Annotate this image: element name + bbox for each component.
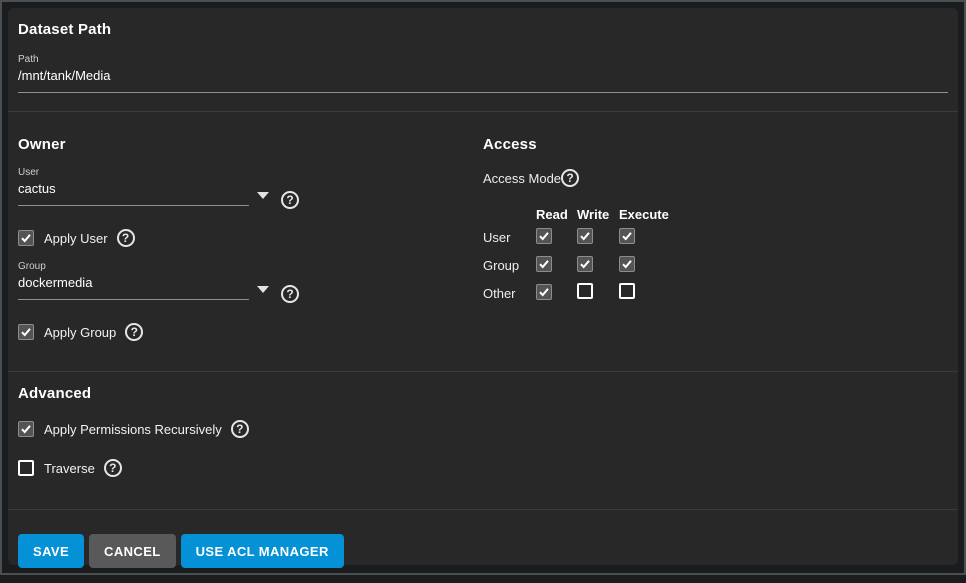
checkmark-icon [538,258,550,270]
other-execute-checkbox[interactable] [619,283,635,299]
group-field-label: Group [18,261,249,272]
owner-column: Owner User cactus ? Apply User ? [18,136,483,341]
group-select-row: Group dockermedia ? [18,261,483,303]
user-help-icon[interactable]: ? [281,191,299,209]
advanced-title: Advanced [18,385,948,402]
traverse-checkbox[interactable] [18,460,34,476]
apply-recursively-label: Apply Permissions Recursively [44,422,222,437]
write-column-header: Write [577,207,619,222]
access-matrix-rows: User Group Other [483,223,948,307]
access-matrix-row-other: Other [483,279,948,307]
owner-access-section: Owner User cactus ? Apply User ? [8,112,958,371]
access-row-label: Other [483,286,536,301]
checkmark-icon [20,423,32,435]
access-row-label: Group [483,258,536,273]
access-column: Access Access Mode ? Read Write Execute … [483,136,948,341]
path-field-label: Path [18,54,948,65]
access-title: Access [483,136,948,153]
path-input[interactable]: /mnt/tank/Media [18,65,948,93]
checkmark-icon [538,230,550,242]
access-mode-row: Access Mode ? [483,169,948,187]
user-select-row: User cactus ? [18,167,483,209]
apply-user-row: Apply User ? [18,229,483,247]
read-column-header: Read [536,207,577,222]
use-acl-manager-button[interactable]: USE ACL MANAGER [181,534,344,568]
user-field-label: User [18,167,249,178]
user-execute-checkbox[interactable] [619,228,635,244]
apply-group-help-icon[interactable]: ? [125,323,143,341]
advanced-section: Advanced Apply Permissions Recursively?T… [8,372,958,509]
save-button[interactable]: SAVE [18,534,84,568]
apply-user-help-icon[interactable]: ? [117,229,135,247]
execute-column-header: Execute [619,207,689,222]
permissions-editor-window: Dataset Path Path /mnt/tank/Media Owner … [0,0,966,575]
group-write-checkbox[interactable] [577,256,593,272]
group-select[interactable]: Group dockermedia [18,261,249,300]
cancel-button[interactable]: CANCEL [89,534,176,568]
group-dropdown-caret-icon[interactable] [257,286,269,293]
apply-user-label: Apply User [44,231,108,246]
user-select[interactable]: User cactus [18,167,249,206]
apply-recursively-row: Apply Permissions Recursively? [18,420,948,438]
dataset-path-section: Dataset Path Path /mnt/tank/Media [8,8,958,111]
apply-group-checkbox[interactable] [18,324,34,340]
checkmark-icon [579,258,591,270]
user-input[interactable]: cactus [18,178,249,206]
traverse-help-icon[interactable]: ? [104,459,122,477]
checkmark-icon [621,230,633,242]
actions-bar: SAVE CANCEL USE ACL MANAGER [8,510,958,583]
access-matrix-row-group: Group [483,251,948,279]
other-write-checkbox[interactable] [577,283,593,299]
group-execute-checkbox[interactable] [619,256,635,272]
access-row-label: User [483,230,536,245]
advanced-rows: Apply Permissions Recursively?Traverse? [18,420,948,477]
apply-recursively-checkbox[interactable] [18,421,34,437]
apply-user-checkbox[interactable] [18,230,34,246]
group-read-checkbox[interactable] [536,256,552,272]
access-matrix-row-user: User [483,223,948,251]
checkmark-icon [20,326,32,338]
checkmark-icon [538,286,550,298]
user-dropdown-caret-icon[interactable] [257,192,269,199]
traverse-row: Traverse? [18,459,948,477]
checkmark-icon [621,258,633,270]
checkmark-icon [579,230,591,242]
apply-group-label: Apply Group [44,325,116,340]
access-mode-help-icon[interactable]: ? [561,169,579,187]
apply-group-row: Apply Group ? [18,323,483,341]
access-mode-label: Access Mode [483,171,561,186]
access-matrix: Read Write Execute User Group Other [483,205,948,307]
checkmark-icon [20,232,32,244]
group-input[interactable]: dockermedia [18,272,249,300]
traverse-label: Traverse [44,461,95,476]
other-read-checkbox[interactable] [536,284,552,300]
apply-recursively-help-icon[interactable]: ? [231,420,249,438]
group-help-icon[interactable]: ? [281,285,299,303]
dataset-path-title: Dataset Path [18,21,948,38]
edit-permissions-card: Dataset Path Path /mnt/tank/Media Owner … [8,8,958,565]
user-write-checkbox[interactable] [577,228,593,244]
user-read-checkbox[interactable] [536,228,552,244]
owner-title: Owner [18,136,483,153]
access-matrix-header: Read Write Execute [483,205,948,223]
